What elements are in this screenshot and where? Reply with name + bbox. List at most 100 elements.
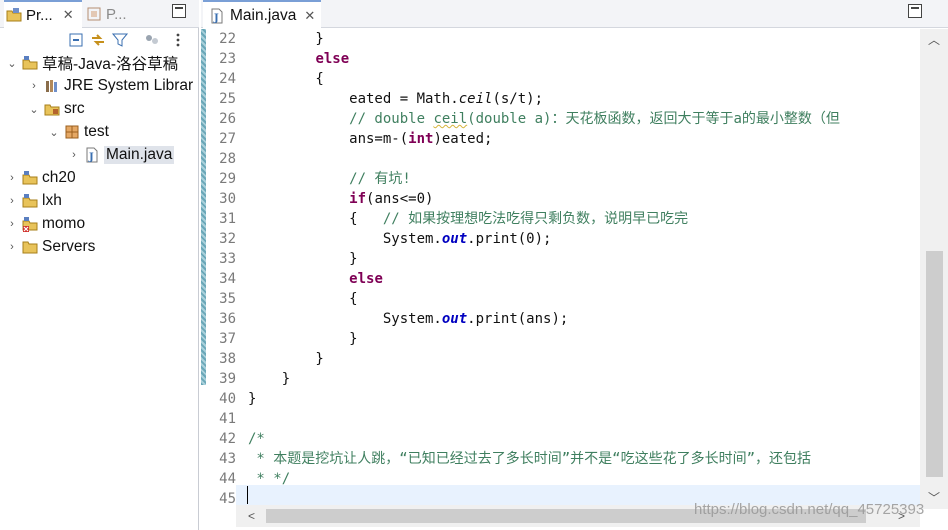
line-number: 33	[219, 251, 236, 267]
code-token: System.	[248, 311, 442, 327]
tree-item-label: src	[64, 100, 85, 117]
chevron-down-icon[interactable]: ⌄	[6, 57, 18, 70]
code-token: // 有坑!	[248, 171, 411, 187]
java-project-error-icon	[22, 217, 38, 232]
line-number: 43	[219, 451, 236, 467]
code-token: }	[248, 331, 358, 347]
line-number: 45	[219, 491, 236, 507]
code-token: // 如果按理想吃法吃得只剩负数，说明早已吃完	[382, 211, 689, 227]
line-number: 26	[219, 111, 236, 127]
code-line: eated = Math.ceil(s/t);	[248, 89, 543, 109]
code-line: else	[248, 49, 349, 69]
code-line: // 有坑!	[248, 169, 411, 189]
code-line: { // 如果按理想吃法吃得只剩负数，说明早已吃完	[248, 209, 688, 229]
package-explorer-icon	[87, 7, 101, 21]
tree-item-label: 草稿-Java-洛谷草稿	[42, 56, 179, 73]
chevron-right-icon[interactable]: ›	[28, 80, 40, 92]
code-line: }	[248, 249, 357, 269]
line-number: 28	[219, 151, 236, 167]
line-number: 41	[219, 411, 236, 427]
tree-item-main-java[interactable]: › J Main.java	[68, 144, 175, 166]
tree-item-label: momo	[42, 215, 86, 232]
text-caret	[247, 486, 248, 504]
tree-item-label: ch20	[42, 169, 76, 186]
code-token: }	[248, 351, 324, 367]
line-number: 24	[219, 71, 236, 87]
close-tab-icon[interactable]: ✕	[304, 8, 315, 24]
folder-icon	[22, 241, 38, 254]
code-token: * */	[248, 471, 291, 487]
source-folder-icon	[44, 104, 60, 116]
tab-package-explorer-label: P...	[106, 5, 127, 23]
code-line: }	[248, 29, 324, 49]
code-token: (ans<=0)	[366, 191, 434, 207]
tree-item-label: Main.java	[104, 146, 175, 164]
code-token: }	[248, 31, 324, 47]
chevron-down-icon[interactable]: ⌄	[28, 103, 40, 116]
line-number: 23	[219, 51, 236, 67]
line-number: 37	[219, 331, 236, 347]
code-token: }	[248, 391, 257, 407]
tree-item-label: Servers	[42, 238, 96, 255]
project-explorer-panel: Pr... ✕ P... ⌄ 草稿-Java-洛谷草稿 › JRE System…	[0, 0, 199, 530]
vertical-scroll-thumb[interactable]	[926, 251, 943, 477]
explorer-toolbar	[0, 29, 199, 51]
tab-project-explorer-label: Pr...	[26, 6, 53, 24]
tab-main-java[interactable]: J Main.java ✕	[203, 0, 321, 29]
filter-icon[interactable]	[112, 32, 128, 48]
code-line: * */	[248, 469, 290, 489]
code-token: {	[248, 71, 324, 87]
tree-item-jre-library[interactable]: › JRE System Librar	[28, 75, 193, 97]
tree-item-project-caogao[interactable]: ⌄ 草稿-Java-洛谷草稿	[6, 52, 178, 74]
chevron-right-icon[interactable]: ›	[6, 172, 18, 184]
code-line: else	[248, 269, 383, 289]
vertical-scrollbar[interactable]: ︿ ﹀	[920, 29, 948, 509]
tree-item-lxh[interactable]: › lxh	[6, 190, 62, 212]
tree-item-src[interactable]: ⌄ src	[28, 98, 85, 120]
code-token: .print(0);	[467, 231, 552, 247]
code-token: * 本题是挖坑让人跳，“已知已经过去了多长时间”并不是“吃这些花了多长时间”，还…	[248, 451, 811, 467]
code-line: }	[248, 389, 256, 409]
minimize-editor-button[interactable]	[908, 4, 922, 18]
line-number: 38	[219, 351, 236, 367]
code-token: out	[441, 231, 468, 247]
tree-item-test-package[interactable]: ⌄ test	[48, 121, 109, 143]
minimize-view-button[interactable]	[172, 4, 186, 18]
collapse-all-icon[interactable]	[68, 32, 84, 48]
line-number: 31	[219, 211, 236, 227]
chevron-down-icon[interactable]: ⌄	[48, 126, 60, 139]
tree-item-momo[interactable]: › momo	[6, 213, 85, 235]
code-token: (s/t);	[492, 91, 544, 107]
line-number: 44	[219, 471, 236, 487]
scroll-up-icon[interactable]: ︿	[920, 29, 948, 51]
focus-icon[interactable]	[144, 32, 160, 48]
scroll-down-icon[interactable]: ﹀	[920, 487, 948, 509]
line-number: 29	[219, 171, 236, 187]
chevron-right-icon[interactable]: ›	[6, 241, 18, 253]
tree-item-servers[interactable]: › Servers	[6, 236, 95, 258]
line-number: 39	[219, 371, 236, 387]
java-file-icon: J	[211, 8, 223, 24]
tree-item-label: JRE System Librar	[64, 77, 194, 94]
view-menu-icon[interactable]	[170, 32, 186, 48]
chevron-right-icon[interactable]: ›	[6, 218, 18, 230]
tab-package-explorer[interactable]: P...	[86, 0, 127, 28]
chevron-right-icon[interactable]: ›	[6, 195, 18, 207]
tree-item-label: lxh	[42, 192, 62, 209]
code-editor[interactable]: } else { eated = Math.ceil(s/t); // doub…	[236, 29, 920, 509]
code-token: ans=m-(	[248, 131, 409, 147]
watermark-text: https://blog.csdn.net/qq_45725393	[694, 501, 925, 518]
library-icon	[46, 80, 57, 92]
chevron-right-icon[interactable]: ›	[68, 149, 80, 161]
close-tab-icon[interactable]: ✕	[63, 7, 74, 23]
line-number: 32	[219, 231, 236, 247]
line-number: 25	[219, 91, 236, 107]
line-number: 36	[219, 311, 236, 327]
tree-item-ch20[interactable]: › ch20	[6, 167, 76, 189]
tab-project-explorer[interactable]: Pr... ✕	[4, 0, 82, 28]
code-line: }	[248, 349, 324, 369]
link-with-editor-icon[interactable]	[90, 32, 106, 48]
scroll-left-icon[interactable]: <	[248, 505, 264, 527]
